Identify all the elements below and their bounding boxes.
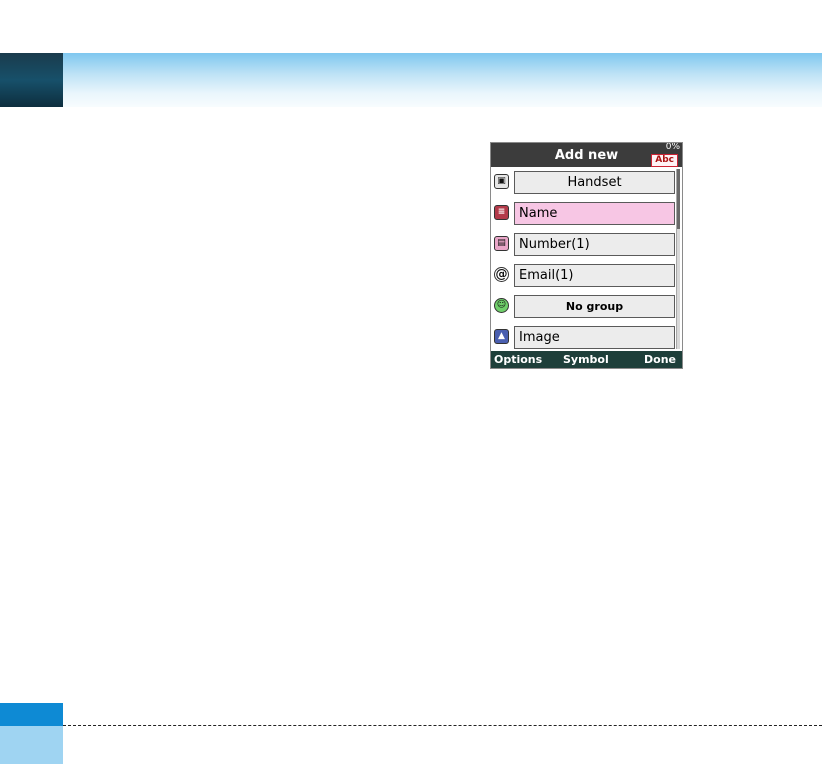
group-icon: ☺ — [494, 298, 509, 313]
phone-screen: Add new 0% Abc ▣ Handset ≡ Name ▤ Number… — [490, 142, 683, 369]
input-mode-badge: Abc — [651, 154, 678, 167]
header-tab-block — [0, 53, 63, 107]
symbol-softkey[interactable]: Symbol — [563, 351, 609, 368]
name-field[interactable]: Name — [514, 202, 675, 225]
image-field[interactable]: Image — [514, 326, 675, 349]
email-at-icon: @ — [494, 267, 509, 282]
email-field[interactable]: Email(1) — [514, 264, 675, 287]
footer-tab-block — [0, 703, 63, 726]
field-row-image[interactable]: ▲ Image — [491, 324, 682, 350]
battery-indicator: 0% — [665, 142, 680, 152]
options-softkey[interactable]: Options — [494, 351, 542, 368]
name-card-icon: ≡ — [494, 205, 509, 220]
handset-storage-icon: ▣ — [494, 174, 509, 189]
handset-field[interactable]: Handset — [514, 171, 675, 194]
scrollbar[interactable] — [676, 169, 680, 349]
field-row-number[interactable]: ▤ Number(1) — [491, 231, 682, 257]
header-gradient-band — [63, 53, 822, 107]
image-icon: ▲ — [494, 329, 509, 344]
footer-tab-block-light — [0, 726, 63, 764]
phone-number-icon: ▤ — [494, 236, 509, 251]
screen-title: Add new — [554, 148, 619, 163]
field-row-email[interactable]: @ Email(1) — [491, 262, 682, 288]
softkey-bar: Options Symbol Done — [491, 351, 682, 368]
footer-dashed-divider — [63, 725, 822, 726]
number-field[interactable]: Number(1) — [514, 233, 675, 256]
field-row-name[interactable]: ≡ Name — [491, 200, 682, 226]
group-field[interactable]: No group — [514, 295, 675, 318]
done-softkey[interactable]: Done — [644, 351, 676, 368]
field-row-handset[interactable]: ▣ Handset — [491, 169, 682, 195]
field-row-group[interactable]: ☺ No group — [491, 293, 682, 319]
